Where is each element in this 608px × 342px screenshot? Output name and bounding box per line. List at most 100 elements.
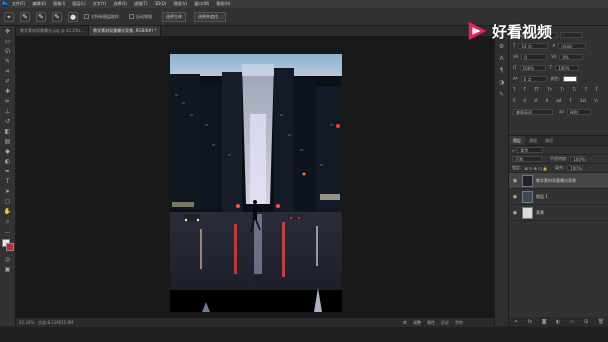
- history-brush-tool-icon[interactable]: ↺: [4, 119, 12, 125]
- layer-row[interactable]: ◉ 教学素材双重曝光背景: [509, 173, 608, 189]
- tab-channels[interactable]: 通道: [525, 136, 541, 145]
- pen-tool-icon[interactable]: ✒: [4, 169, 12, 175]
- auto-enhance-checkbox[interactable]: [129, 14, 134, 19]
- menu-view[interactable]: 视图(V): [173, 0, 187, 8]
- add-mask-icon[interactable]: ◙: [542, 319, 547, 325]
- menu-image[interactable]: 图像(I): [53, 0, 65, 8]
- new-layer-icon[interactable]: ⊞: [584, 319, 588, 325]
- superscript-button[interactable]: T¹: [560, 87, 564, 92]
- menu-type[interactable]: 文字(Y): [93, 0, 107, 8]
- more-tools-icon[interactable]: …: [4, 229, 12, 235]
- baseline-field[interactable]: 0 点: [520, 75, 547, 82]
- faux-italic-button[interactable]: T: [524, 87, 526, 92]
- visibility-eye-icon[interactable]: ◉: [512, 178, 518, 184]
- menu-layer[interactable]: 图层(L): [72, 0, 85, 8]
- text-color-swatch[interactable]: [562, 75, 577, 82]
- menu-select[interactable]: 选择(S): [113, 0, 127, 8]
- layer-style-icon[interactable]: fx: [527, 319, 532, 325]
- link-layers-icon[interactable]: ⚭: [514, 319, 518, 325]
- character-panel-icon[interactable]: A: [499, 56, 505, 62]
- lock-icon[interactable]: ⊠ ✎ ✥ ⊡ 🔒: [524, 166, 547, 171]
- group-icon[interactable]: ▭: [570, 319, 575, 325]
- healing-brush-tool-icon[interactable]: ✚: [4, 89, 12, 95]
- ligatures-button[interactable]: fi: [513, 98, 516, 103]
- paragraph-panel-icon[interactable]: ¶: [499, 68, 505, 74]
- path-selection-tool-icon[interactable]: ➤: [4, 189, 12, 195]
- ordinals-button[interactable]: T: [569, 98, 571, 103]
- visibility-eye-icon[interactable]: ◉: [512, 210, 518, 216]
- clone-stamp-tool-icon[interactable]: ⊥: [4, 109, 12, 115]
- oldstyle-button[interactable]: ơ: [524, 98, 526, 103]
- zoom-tool-icon[interactable]: ⌕: [4, 219, 12, 225]
- select-subject-button[interactable]: 选择主体: [162, 11, 186, 22]
- subscript-button[interactable]: T₁: [573, 87, 577, 92]
- vertical-scale-field[interactable]: 100%: [519, 64, 546, 71]
- menu-edit[interactable]: 编辑(E): [32, 0, 46, 8]
- dodge-tool-icon[interactable]: ◐: [4, 159, 12, 165]
- document-tab-active[interactable]: 教学素材双重曝光背景, RGB/8#) *: [89, 26, 162, 36]
- new-selection-icon[interactable]: ✎: [20, 11, 30, 22]
- zoom-level[interactable]: 42.24%: [19, 320, 34, 325]
- lasso-tool-icon[interactable]: ᘏ: [4, 49, 12, 55]
- menu-3d[interactable]: 3D(D): [155, 0, 167, 8]
- rectangle-tool-icon[interactable]: ▢: [4, 199, 12, 205]
- eraser-tool-icon[interactable]: ◧: [4, 129, 12, 135]
- titling-button[interactable]: ad: [556, 98, 561, 103]
- menu-file[interactable]: 文件(F): [12, 0, 25, 8]
- document-canvas[interactable]: [170, 54, 342, 312]
- canvas-area[interactable]: [16, 36, 494, 318]
- horizontal-scale-field[interactable]: 100%: [555, 64, 580, 71]
- adjustments-panel-icon[interactable]: ◑: [499, 80, 505, 86]
- gradient-tool-icon[interactable]: ▤: [4, 139, 12, 145]
- strikethrough-button[interactable]: Ŧ: [595, 87, 597, 92]
- blend-mode-select[interactable]: 正常: [512, 156, 542, 162]
- blur-tool-icon[interactable]: ◆: [4, 149, 12, 155]
- layer-row[interactable]: ◉ 图层 1: [509, 189, 608, 205]
- brush-tool-icon[interactable]: ✏: [4, 99, 12, 105]
- tab-properties[interactable]: 属性: [424, 318, 438, 327]
- swash-button[interactable]: st: [534, 98, 538, 103]
- crop-tool-icon[interactable]: ⌗: [4, 69, 12, 75]
- font-style-select[interactable]: -: [560, 31, 582, 38]
- faux-bold-button[interactable]: T: [513, 87, 515, 92]
- select-and-mask-button[interactable]: 选择并遮住...: [194, 11, 226, 22]
- adjustment-layer-icon[interactable]: ◐: [556, 319, 560, 325]
- tab-adjustments[interactable]: 调整: [410, 318, 424, 327]
- layer-row[interactable]: ◉ 背景: [509, 205, 608, 221]
- menu-window[interactable]: 窗口(W): [194, 0, 209, 8]
- screen-mode-icon[interactable]: ▣: [4, 267, 12, 273]
- kerning-field[interactable]: 0%: [559, 53, 584, 60]
- fill-field[interactable]: 100%: [567, 165, 584, 171]
- opacity-field[interactable]: 100%: [570, 156, 587, 162]
- tab-layers[interactable]: 图层: [509, 136, 525, 145]
- quick-mask-icon[interactable]: ◎: [4, 257, 12, 263]
- visibility-eye-icon[interactable]: ◉: [512, 194, 518, 200]
- tab-libraries[interactable]: 库: [400, 318, 410, 327]
- add-selection-icon[interactable]: ✎: [36, 11, 46, 22]
- fractions-button[interactable]: 1st: [580, 98, 586, 103]
- color-swatches[interactable]: [1, 239, 14, 251]
- hand-tool-icon[interactable]: ✋: [4, 209, 12, 215]
- all-caps-button[interactable]: TT: [534, 87, 539, 92]
- small-caps-button[interactable]: Tт: [547, 87, 552, 92]
- tab-character[interactable]: 字符: [452, 318, 466, 327]
- layer-filter-select[interactable]: 类型: [517, 147, 544, 153]
- tab-history[interactable]: 历史: [438, 318, 452, 327]
- tab-paths[interactable]: 路径: [541, 136, 557, 145]
- quick-select-tool-icon[interactable]: ✎: [4, 59, 12, 65]
- antialias-select[interactable]: 锐利: [566, 108, 591, 115]
- leading-field[interactable]: (自动): [558, 42, 587, 49]
- type-tool-icon[interactable]: T: [4, 179, 12, 185]
- brush-size-icon[interactable]: ●: [68, 11, 78, 22]
- sample-all-layers-checkbox[interactable]: [84, 14, 89, 19]
- fraction-half-button[interactable]: ½: [594, 98, 598, 103]
- delete-layer-icon[interactable]: 🗑: [598, 319, 604, 325]
- underline-button[interactable]: T: [585, 87, 587, 92]
- document-tab[interactable]: 教学素材双重曝光.jpg @ 42.2%(...: [16, 26, 90, 36]
- brush-panel-icon[interactable]: ✎: [499, 92, 505, 98]
- menu-help[interactable]: 帮助(H): [216, 0, 230, 8]
- quick-selection-tool-icon[interactable]: ⌖: [4, 11, 14, 22]
- tracking-field[interactable]: 0: [521, 53, 548, 60]
- move-tool-icon[interactable]: ✥: [4, 29, 12, 35]
- marquee-tool-icon[interactable]: ▭: [4, 39, 12, 45]
